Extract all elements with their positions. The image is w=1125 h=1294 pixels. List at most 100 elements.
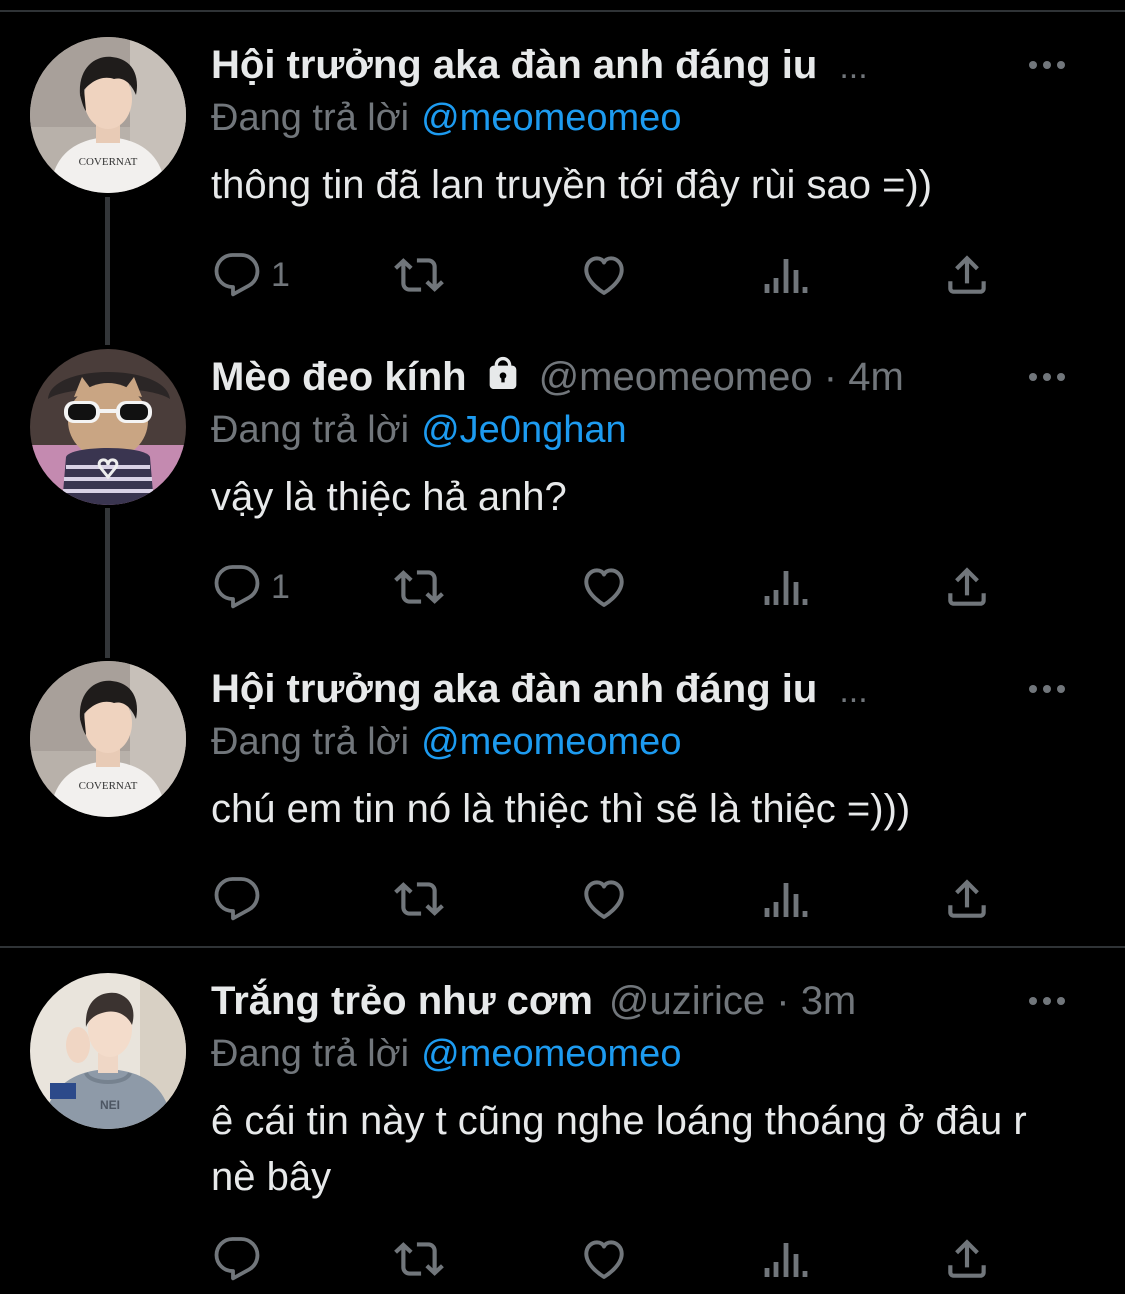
tweet-header: Hội trưởng aka đàn anh đáng iu...: [211, 663, 1095, 715]
display-name[interactable]: Hội trưởng aka đàn anh đáng iu: [211, 43, 817, 87]
tweet-actions: 1: [0, 247, 1125, 303]
tweet-3[interactable]: COVERNAT Hội trưởng aka đàn anh đáng iu.…: [0, 661, 1125, 941]
analytics-icon: [762, 251, 810, 299]
share-button[interactable]: [942, 871, 992, 927]
analytics-button[interactable]: [762, 871, 810, 927]
like-button[interactable]: [579, 247, 629, 303]
top-divider: [0, 10, 1125, 12]
analytics-button[interactable]: [762, 247, 810, 303]
replying-label: Đang trả lời: [211, 97, 410, 139]
svg-text:COVERNAT: COVERNAT: [79, 156, 138, 168]
tweet-2[interactable]: Mèo đeo kính @meomeomeo · 4m Đang trả lời…: [0, 349, 1125, 649]
reply-count: 1: [271, 567, 290, 606]
analytics-icon: [762, 1235, 810, 1283]
replying-to: Đang trả lời @meomeomeo: [211, 93, 681, 143]
tweet-actions: 1: [0, 559, 1125, 615]
reply-button[interactable]: 1: [213, 559, 290, 615]
more-icon[interactable]: [1029, 663, 1065, 715]
retweet-button[interactable]: [394, 247, 444, 303]
analytics-icon: [762, 563, 810, 611]
handle[interactable]: @meomeomeo: [539, 355, 813, 399]
thread-divider: [0, 946, 1125, 948]
share-button[interactable]: [942, 559, 992, 615]
replying-to: Đang trả lời @meomeomeo: [211, 1029, 681, 1079]
retweet-button[interactable]: [394, 871, 444, 927]
heart-icon: [579, 1234, 629, 1284]
analytics-button[interactable]: [762, 1231, 810, 1287]
timestamp[interactable]: 4m: [848, 355, 904, 399]
replying-label: Đang trả lời: [211, 409, 410, 451]
timestamp[interactable]: 3m: [801, 979, 857, 1023]
share-icon: [942, 250, 992, 300]
share-icon: [942, 562, 992, 612]
separator-dot: ·: [776, 979, 790, 1023]
name-ellipsis: ...: [839, 672, 868, 710]
share-button[interactable]: [942, 247, 992, 303]
replying-to: Đang trả lời @Je0nghan: [211, 405, 627, 455]
name-ellipsis: ...: [839, 48, 868, 86]
share-icon: [942, 1234, 992, 1284]
analytics-button[interactable]: [762, 559, 810, 615]
reply-icon: [213, 1235, 261, 1283]
svg-text:NEI: NEI: [100, 1098, 120, 1112]
avatar-photo-grey-hoodie: NEI: [30, 973, 186, 1129]
analytics-icon: [762, 875, 810, 923]
tweet-actions: [0, 1231, 1125, 1287]
replying-to: Đang trả lời @meomeomeo: [211, 717, 681, 767]
reply-icon: [213, 875, 261, 923]
svg-text:COVERNAT: COVERNAT: [79, 780, 138, 792]
tweet-text: chú em tin nó là thiệc thì sẽ là thiệc =…: [211, 787, 911, 831]
tweet-header: Trắng trẻo như cơm @uzirice · 3m: [211, 975, 1095, 1027]
reply-icon: [213, 563, 261, 611]
heart-icon: [579, 874, 629, 924]
tweet-1[interactable]: COVERNAT Hội trưởng aka đàn anh đáng iu.…: [0, 37, 1125, 337]
more-icon[interactable]: [1029, 39, 1065, 91]
retweet-icon: [394, 874, 444, 924]
avatar[interactable]: NEI: [30, 973, 186, 1129]
retweet-button[interactable]: [394, 559, 444, 615]
share-button[interactable]: [942, 1231, 992, 1287]
display-name[interactable]: Trắng trẻo như cơm: [211, 979, 593, 1023]
reply-count: 1: [271, 255, 290, 294]
reply-button[interactable]: [213, 1231, 271, 1287]
reply-to-handle[interactable]: @meomeomeo: [421, 721, 681, 763]
share-icon: [942, 874, 992, 924]
reply-to-handle[interactable]: @Je0nghan: [421, 409, 627, 451]
tweet-text: thông tin đã lan truyền tới đây rùi sao …: [211, 163, 933, 207]
retweet-icon: [394, 250, 444, 300]
reply-to-handle[interactable]: @meomeomeo: [421, 97, 681, 139]
more-icon[interactable]: [1029, 351, 1065, 403]
replying-label: Đang trả lời: [211, 721, 410, 763]
avatar-photo-cat-sunglasses: [30, 349, 186, 505]
reply-button[interactable]: [213, 871, 271, 927]
heart-icon: [579, 250, 629, 300]
avatar-photo-white-tshirt: COVERNAT: [30, 37, 186, 193]
handle[interactable]: @uzirice: [609, 979, 765, 1023]
like-button[interactable]: [579, 1231, 629, 1287]
avatar-photo-white-tshirt: COVERNAT: [30, 661, 186, 817]
avatar[interactable]: [30, 349, 186, 505]
more-icon[interactable]: [1029, 975, 1065, 1027]
reply-icon: [213, 251, 261, 299]
tweet-text: ê cái tin này t cũng nghe loáng thoáng ở…: [211, 1099, 1027, 1199]
retweet-button[interactable]: [394, 1231, 444, 1287]
tweet-text: vậy là thiệc hả anh?: [211, 475, 567, 519]
display-name[interactable]: Mèo đeo kính: [211, 355, 467, 399]
retweet-icon: [394, 562, 444, 612]
lock-icon: [483, 354, 523, 407]
avatar[interactable]: COVERNAT: [30, 37, 186, 193]
retweet-icon: [394, 1234, 444, 1284]
heart-icon: [579, 562, 629, 612]
tweet-4[interactable]: NEI Trắng trẻo như cơm @uzirice · 3m Đang…: [0, 973, 1125, 1294]
like-button[interactable]: [579, 559, 629, 615]
avatar[interactable]: COVERNAT: [30, 661, 186, 817]
display-name[interactable]: Hội trưởng aka đàn anh đáng iu: [211, 667, 817, 711]
tweet-actions: [0, 871, 1125, 927]
separator-dot: ·: [823, 355, 838, 399]
like-button[interactable]: [579, 871, 629, 927]
tweet-header: Hội trưởng aka đàn anh đáng iu...: [211, 39, 1095, 91]
replying-label: Đang trả lời: [211, 1033, 410, 1075]
reply-button[interactable]: 1: [213, 247, 290, 303]
tweet-header: Mèo đeo kính @meomeomeo · 4m: [211, 351, 1095, 403]
reply-to-handle[interactable]: @meomeomeo: [421, 1033, 681, 1075]
